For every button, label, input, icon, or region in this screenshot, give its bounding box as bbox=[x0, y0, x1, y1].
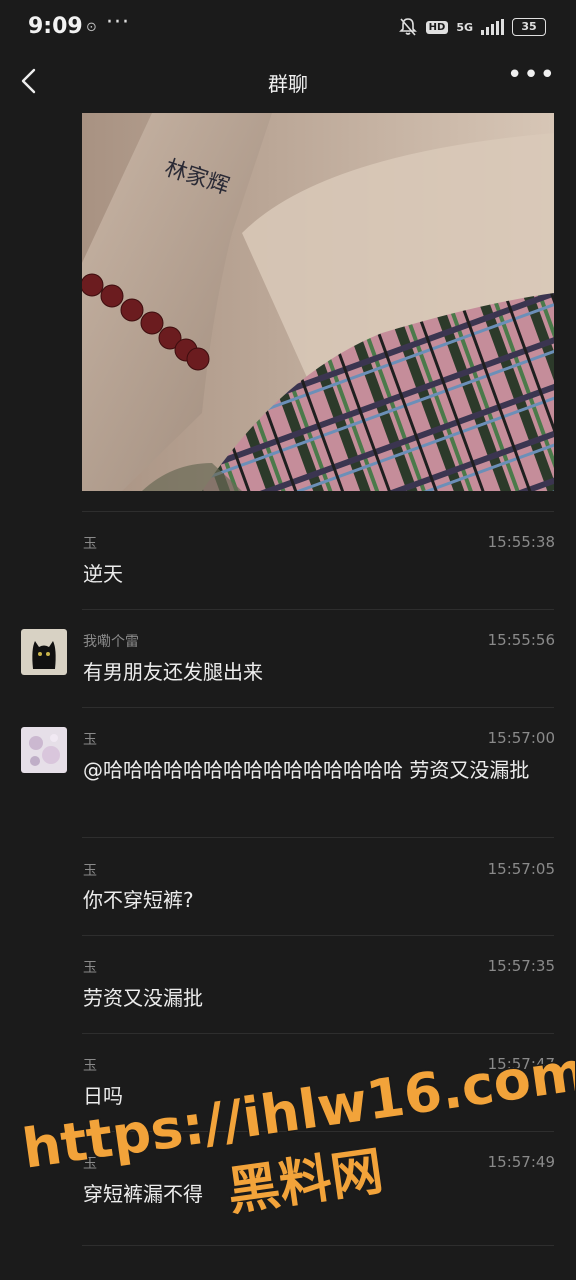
chat-screen: 9:09 ⊙ ··· HD 5G 35 群聊 ••• 林家辉 玉 15:55:3… bbox=[0, 0, 576, 1280]
status-dots: ··· bbox=[106, 10, 130, 35]
watermark-name: 黑料网 bbox=[224, 1142, 387, 1220]
photo-image: 林家辉 bbox=[82, 113, 554, 491]
signal-icon bbox=[481, 19, 504, 35]
divider bbox=[82, 511, 554, 512]
black-cat-avatar-icon bbox=[21, 629, 67, 675]
nav-bar: 群聊 ••• bbox=[0, 58, 576, 108]
message-time: 15:57:35 bbox=[487, 957, 555, 975]
sender-name: 玉 bbox=[83, 960, 97, 976]
message-text[interactable]: 你不穿短裤? bbox=[83, 884, 558, 917]
battery-icon: 35 bbox=[512, 18, 546, 36]
status-right-icons: HD 5G 35 bbox=[398, 17, 546, 37]
divider bbox=[82, 1033, 554, 1034]
divider bbox=[82, 609, 554, 610]
photo-message[interactable]: 林家辉 bbox=[82, 113, 554, 491]
hd-badge: HD bbox=[425, 20, 449, 34]
floral-avatar-icon bbox=[21, 727, 67, 773]
sender-name: 玉 bbox=[83, 732, 97, 748]
sender-name: 玉 bbox=[83, 536, 97, 552]
divider bbox=[82, 707, 554, 708]
message-text[interactable]: 有男朋友还发腿出来 bbox=[83, 656, 558, 689]
sender-name: 玉 bbox=[83, 863, 97, 879]
message-text[interactable]: 劳资又没漏批 bbox=[83, 982, 558, 1015]
message-time: 15:55:38 bbox=[487, 533, 555, 551]
status-bar: 9:09 ⊙ ··· HD 5G 35 bbox=[0, 0, 576, 58]
message-text[interactable]: @哈哈哈哈哈哈哈哈哈哈哈哈哈哈哈 劳资又没漏批 bbox=[83, 754, 558, 787]
avatar[interactable] bbox=[21, 629, 67, 675]
divider bbox=[82, 837, 554, 838]
message-time: 15:57:05 bbox=[487, 860, 555, 878]
message-text[interactable]: 逆天 bbox=[83, 558, 558, 591]
status-time: 9:09 bbox=[28, 14, 83, 39]
chat-title: 群聊 bbox=[268, 72, 308, 96]
mute-bell-icon bbox=[398, 18, 417, 36]
watermark: https://ihlw16.com 黑料网 bbox=[17, 1040, 575, 1220]
message-time: 15:55:56 bbox=[487, 631, 555, 649]
network-label: 5G bbox=[456, 20, 473, 34]
more-options-icon[interactable]: ••• bbox=[507, 60, 556, 90]
sender-name: 我嘞个雷 bbox=[83, 634, 139, 650]
divider bbox=[82, 1245, 554, 1246]
avatar[interactable] bbox=[21, 727, 67, 773]
divider bbox=[82, 935, 554, 936]
message-time: 15:57:00 bbox=[487, 729, 555, 747]
status-extra-icon: ⊙ bbox=[86, 20, 97, 35]
